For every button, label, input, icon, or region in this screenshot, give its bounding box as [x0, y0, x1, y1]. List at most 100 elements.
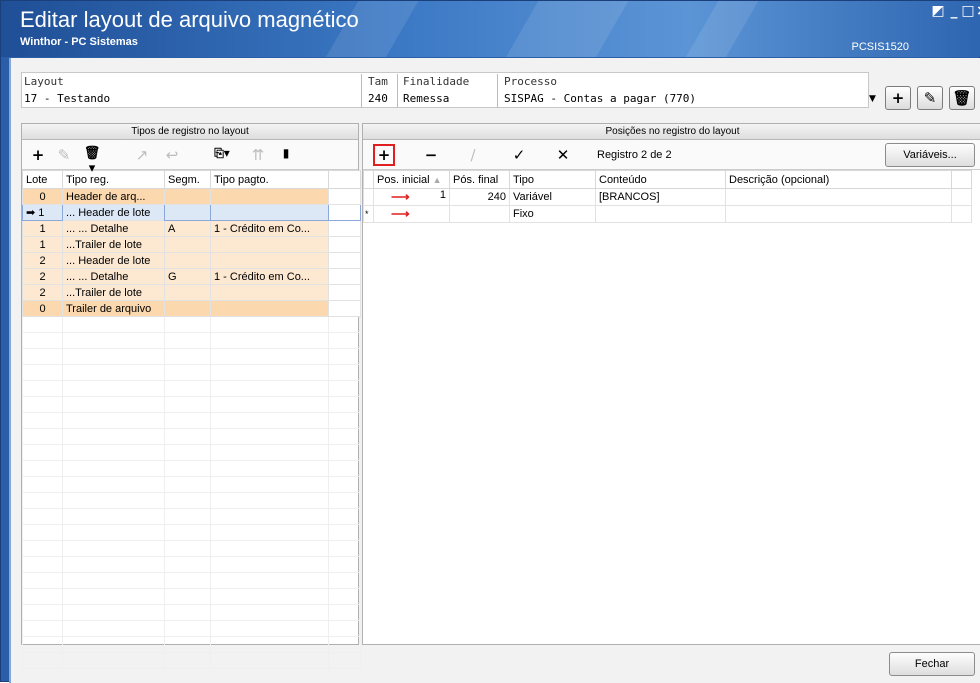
add-layout-button[interactable]: +: [885, 86, 911, 110]
col-conteudo[interactable]: Conteúdo: [595, 170, 726, 189]
cell-segm[interactable]: [164, 236, 211, 253]
table-row[interactable]: 2 ...Trailer de lote: [22, 284, 361, 301]
processo-value: SISPAG - Contas a pagar (770): [504, 92, 697, 105]
pencil-icon[interactable]: ✎: [54, 146, 74, 164]
cell-segm[interactable]: G: [164, 268, 211, 285]
check-icon[interactable]: ✓: [509, 146, 529, 164]
table-row[interactable]: 1... ... Detalhe A 1 - Crédito em Co...: [22, 220, 361, 237]
cell-lote[interactable]: 1: [22, 236, 63, 253]
cell-pagto[interactable]: [210, 188, 329, 205]
cell-pos-final[interactable]: [449, 205, 510, 223]
fechar-button[interactable]: Fechar: [889, 652, 975, 676]
registro-counter: Registro 2 de 2: [597, 149, 672, 161]
table-row[interactable]: 2... Header de lote: [22, 252, 361, 269]
table-row[interactable]: 0 Trailer de arquivo: [22, 300, 361, 317]
variaveis-button[interactable]: Variáveis...: [885, 143, 975, 167]
record-types-toolbar: + ✎ 🗑▾ ↗ ↩ ⎘▾ ⇈ ▮: [22, 140, 358, 176]
cell-segm[interactable]: [164, 204, 211, 221]
row-marker: *: [363, 205, 374, 223]
cell-lote[interactable]: ➡ 1: [22, 204, 63, 221]
move-left-icon[interactable]: ↩: [162, 146, 182, 164]
cell-descricao[interactable]: [725, 205, 952, 223]
cell-pos-final[interactable]: 240: [449, 188, 510, 206]
positions-panel: Posições no registro do layout + − ∕ ✓ ✕…: [362, 123, 980, 645]
chevron-down-icon[interactable]: ▼: [869, 94, 876, 104]
col-descricao[interactable]: Descrição (opcional): [725, 170, 952, 189]
cell-lote[interactable]: 0: [22, 300, 63, 317]
cell-lote[interactable]: 2: [22, 252, 63, 269]
col-lote[interactable]: Lote: [22, 170, 63, 189]
tam-value: 240: [368, 92, 388, 105]
trash-icon[interactable]: 🗑▾: [82, 146, 102, 176]
plus-icon[interactable]: +: [373, 144, 395, 166]
move-up-icon[interactable]: ↗: [132, 146, 152, 164]
layout-caption: Layout: [24, 75, 64, 88]
arrow-right-icon: ➡: [26, 207, 39, 219]
cell-pagto[interactable]: [210, 236, 329, 253]
cell-tipo[interactable]: Header de arq...: [62, 188, 165, 205]
positions-toolbar: + − ∕ ✓ ✕ Registro 2 de 2 Variáveis...: [363, 140, 980, 170]
col-tipo-pagto[interactable]: Tipo pagto.: [210, 170, 329, 189]
cell-segm[interactable]: [164, 188, 211, 205]
paste-icon[interactable]: ▮: [276, 146, 296, 160]
cell-descricao[interactable]: [725, 188, 952, 206]
cell-tipo[interactable]: Fixo: [509, 205, 596, 223]
table-row[interactable]: ➡ 1... Header de lote: [22, 204, 361, 221]
plus-icon[interactable]: +: [28, 146, 48, 164]
cell-pagto[interactable]: 1 - Crédito em Co...: [210, 220, 329, 237]
table-row[interactable]: 2... ... Detalhe G 1 - Crédito em Co...: [22, 268, 361, 285]
copy-icon[interactable]: ⎘▾: [204, 146, 240, 161]
cell-lote[interactable]: 2: [22, 268, 63, 285]
x-icon[interactable]: ✕: [553, 146, 573, 164]
cell-tipo[interactable]: ... ... Detalhe: [62, 220, 165, 237]
tam-caption: Tam: [368, 75, 388, 88]
close-icon[interactable]: ×: [973, 3, 980, 19]
pencil-icon[interactable]: ∕: [463, 146, 483, 164]
edit-layout-button[interactable]: ✎: [917, 86, 943, 110]
cell-tipo[interactable]: Trailer de arquivo: [62, 300, 165, 317]
finalidade-caption: Finalidade: [403, 75, 470, 88]
cell-lote[interactable]: 2: [22, 284, 63, 301]
cell-tipo[interactable]: ... Header de lote: [62, 204, 165, 221]
cell-pagto[interactable]: [210, 252, 329, 269]
cell-segm[interactable]: [164, 300, 211, 317]
cell-lote[interactable]: 0: [22, 188, 63, 205]
minus-icon[interactable]: −: [421, 146, 441, 164]
tree-icon[interactable]: ⇈: [248, 146, 268, 164]
cell-tipo[interactable]: ... Header de lote: [62, 252, 165, 269]
cell-lote[interactable]: 1: [22, 220, 63, 237]
cell-conteudo[interactable]: [BRANCOS]: [595, 188, 726, 206]
table-row[interactable]: 1 ...Trailer de lote: [22, 236, 361, 253]
cell-pos-inicial[interactable]: ⟶: [373, 205, 450, 223]
cell-tipo[interactable]: ... ... Detalhe: [62, 268, 165, 285]
col-segm[interactable]: Segm.: [164, 170, 211, 189]
row-marker: [363, 188, 374, 206]
cell-segm[interactable]: [164, 252, 211, 269]
col-tipo[interactable]: Tipo: [509, 170, 596, 189]
window-title: Editar layout de arquivo magnético: [20, 7, 359, 32]
cell-tipo[interactable]: ...Trailer de lote: [62, 236, 165, 253]
col-pos-inicial[interactable]: Pos. inicial ▲: [373, 170, 450, 189]
cell-conteudo[interactable]: [595, 205, 726, 223]
title-bar: Editar layout de arquivo magnético Winth…: [1, 1, 980, 57]
col-tipo-reg[interactable]: Tipo reg.: [62, 170, 165, 189]
table-row[interactable]: * ⟶ Fixo: [363, 205, 972, 223]
delete-layout-button[interactable]: 🗑: [949, 86, 975, 110]
layout-header[interactable]: Layout 17 - Testando Tam 240 Finalidade …: [21, 72, 869, 108]
cell-pos-inicial[interactable]: ⟶ 1: [373, 188, 450, 206]
cell-tipo[interactable]: ...Trailer de lote: [62, 284, 165, 301]
cell-pagto[interactable]: 1 - Crédito em Co...: [210, 268, 329, 285]
cell-pagto[interactable]: [210, 284, 329, 301]
table-row[interactable]: 0 Header de arq...: [22, 188, 361, 205]
cell-segm[interactable]: A: [164, 220, 211, 237]
cell-tipo[interactable]: Variável: [509, 188, 596, 206]
client-area: Layout 17 - Testando Tam 240 Finalidade …: [9, 58, 980, 683]
table-row[interactable]: ⟶ 1 240 Variável [BRANCOS]: [363, 188, 972, 206]
cell-pagto[interactable]: [210, 300, 329, 317]
screen-code: PCSIS1520: [851, 41, 909, 53]
col-pos-final[interactable]: Pós. final: [449, 170, 510, 189]
window-subtitle: Winthor - PC Sistemas: [20, 36, 138, 48]
positions-title: Posições no registro do layout: [363, 124, 980, 140]
cell-pagto[interactable]: [210, 204, 329, 221]
cell-segm[interactable]: [164, 284, 211, 301]
